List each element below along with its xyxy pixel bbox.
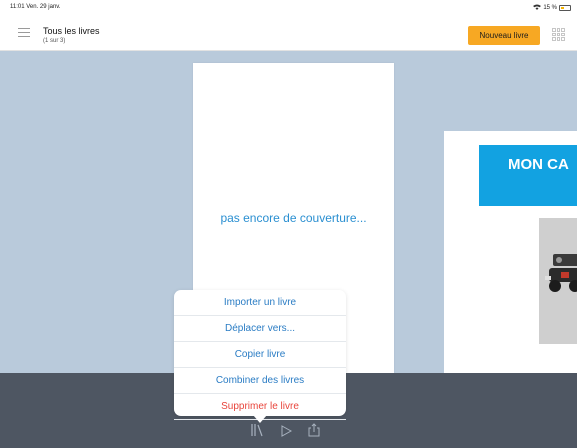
cover-photo xyxy=(539,218,577,344)
wifi-icon xyxy=(533,4,542,12)
status-bar: 11:01 Ven. 29 janv. 15 % xyxy=(0,0,577,14)
menu-icon[interactable] xyxy=(18,28,30,38)
status-time: 11:01 xyxy=(10,4,25,10)
book-action-menu: Importer un livre Déplacer vers... Copie… xyxy=(174,290,346,423)
page-title: Tous les livres xyxy=(43,26,100,36)
play-icon[interactable] xyxy=(280,424,293,442)
status-right: 15 % xyxy=(533,4,571,12)
library-icon[interactable] xyxy=(250,423,264,442)
menu-pointer xyxy=(253,415,267,423)
menu-item-combine-books[interactable]: Combiner des livres xyxy=(174,368,346,394)
robot-image xyxy=(545,254,577,292)
share-icon[interactable] xyxy=(308,423,320,442)
status-date: Ven. 29 janv. xyxy=(26,4,61,10)
grid-view-icon[interactable] xyxy=(552,28,565,41)
menu-item-copy-book[interactable]: Copier livre xyxy=(174,342,346,368)
no-cover-text: pas encore de couverture... xyxy=(220,211,367,225)
battery-percent: 15 % xyxy=(543,5,557,11)
cover-banner: MON CA M xyxy=(479,145,577,206)
page-subtitle: (1 sur 3) xyxy=(43,38,66,44)
new-book-button[interactable]: Nouveau livre xyxy=(468,26,540,45)
nav-bar: Tous les livres (1 sur 3) Nouveau livre xyxy=(0,14,577,51)
menu-item-move-to[interactable]: Déplacer vers... xyxy=(174,316,346,342)
menu-item-import-book[interactable]: Importer un livre xyxy=(174,290,346,316)
cover-title-line1: MON CA xyxy=(508,156,569,173)
book-card[interactable]: MON CA M xyxy=(444,131,577,373)
battery-icon xyxy=(559,5,571,11)
status-time-date: 11:01 Ven. 29 janv. xyxy=(10,4,61,10)
bottom-toolbar xyxy=(250,423,320,442)
